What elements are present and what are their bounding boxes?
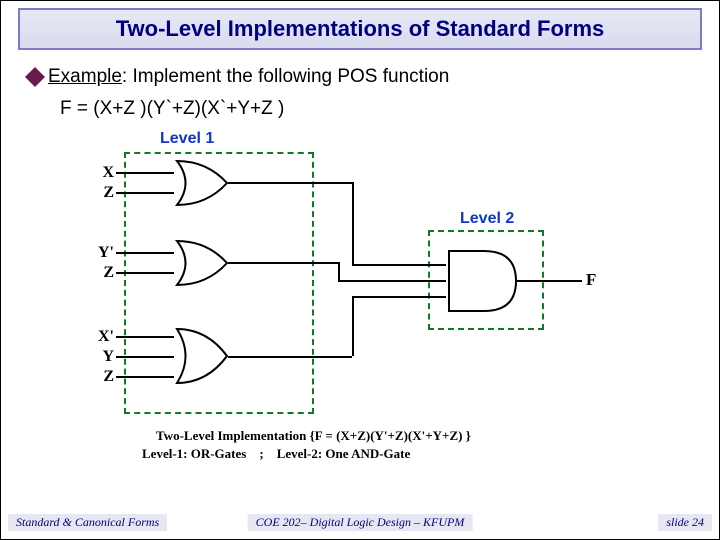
wire [516,280,582,282]
circuit-diagram: Level 1 Level 2 X Z Y' Z X' Y Z F Two-Le… [80,130,620,470]
bullet-rest: : Implement the following POS function [122,66,449,87]
wire [116,252,174,254]
wire [352,296,446,298]
cap-l1: Level-1: OR-Gates [142,446,246,461]
bullet-text: Example: Implement the following POS fun… [48,66,449,88]
formula-text: F = (X+Z )(Y`+Z)(X`+Y+Z ) [60,98,284,120]
diagram-caption-1: Two-Level Implementation {F = (X+Z)(Y'+Z… [156,428,471,444]
input-z3: Z [86,368,114,386]
wire [352,264,446,266]
diagram-caption-2: Level-1: OR-Gates ; Level-2: One AND-Gat… [142,446,410,462]
wire [116,356,174,358]
wire [338,262,340,280]
diamond-bullet-icon [25,67,45,87]
wire [228,262,338,264]
footer-right: slide 24 [658,514,712,531]
wire [116,272,174,274]
example-word: Example [48,66,122,87]
level1-label: Level 1 [160,130,214,148]
wire [352,182,354,264]
cap-sep: ; [259,446,263,461]
footer-center: COE 202– Digital Logic Design – KFUPM [248,514,473,531]
footer-left: Standard & Canonical Forms [8,514,167,531]
wire [228,182,352,184]
level2-label: Level 2 [460,210,514,228]
bullet-row: Example: Implement the following POS fun… [28,66,449,88]
wire [338,280,446,282]
input-yprime: Y' [86,244,114,262]
title-bar: Two-Level Implementations of Standard Fo… [18,8,702,50]
output-f: F [586,270,596,290]
wire [352,296,354,356]
input-z1: Z [86,184,114,202]
input-y: Y [86,348,114,366]
cap-l2: Level-2: One AND-Gate [277,446,411,461]
input-z2: Z [86,264,114,282]
footer: Standard & Canonical Forms COE 202– Digi… [0,514,720,534]
input-xprime: X' [86,328,114,346]
wire [116,172,174,174]
wire [116,192,174,194]
wire [116,376,174,378]
slide-title: Two-Level Implementations of Standard Fo… [116,16,605,42]
wire [116,336,174,338]
input-x: X [86,164,114,182]
wire [228,356,352,358]
